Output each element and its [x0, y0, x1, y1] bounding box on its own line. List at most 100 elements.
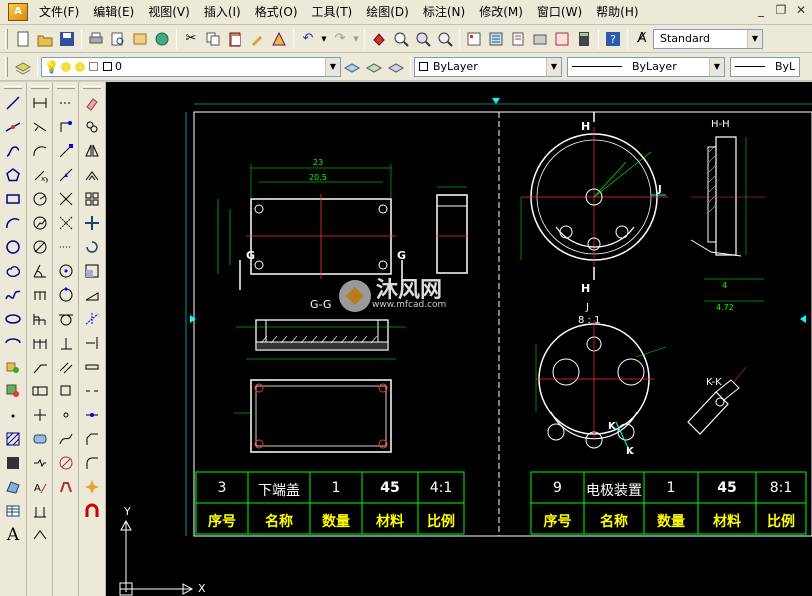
toolbar-grip[interactable]: [56, 86, 75, 89]
tolerance-icon[interactable]: [29, 380, 51, 402]
quick-leader-icon[interactable]: [29, 356, 51, 378]
zoom-realtime-icon[interactable]: [390, 28, 412, 50]
layer-on-icon[interactable]: 💡: [44, 60, 59, 74]
toolbar-grip[interactable]: [83, 86, 101, 89]
point-icon[interactable]: [2, 404, 24, 426]
properties-icon[interactable]: [463, 28, 485, 50]
block-editor-icon[interactable]: [268, 28, 290, 50]
undo-icon[interactable]: ↶: [297, 28, 319, 50]
snap-intersection-icon[interactable]: [55, 188, 77, 210]
snap-from-icon[interactable]: [55, 116, 77, 138]
menu-insert[interactable]: 插入(I): [197, 0, 248, 25]
pan-realtime-icon[interactable]: [368, 28, 390, 50]
osnap-settings-icon[interactable]: [55, 476, 77, 498]
snap-parallel-icon[interactable]: [55, 356, 77, 378]
snap-tangent-icon[interactable]: [55, 308, 77, 330]
snap-quadrant-icon[interactable]: [55, 284, 77, 306]
region-icon[interactable]: [2, 476, 24, 498]
text-style-icon[interactable]: A̸: [631, 28, 653, 50]
snap-apparent-intersection-icon[interactable]: [55, 212, 77, 234]
rectangle-icon[interactable]: [2, 188, 24, 210]
undo-dropdown-icon[interactable]: ▼: [319, 28, 329, 50]
publish-icon[interactable]: [129, 28, 151, 50]
design-center-icon[interactable]: [485, 28, 507, 50]
snap-perpendicular-icon[interactable]: [55, 332, 77, 354]
new-icon[interactable]: [12, 28, 34, 50]
array-icon[interactable]: [81, 188, 103, 210]
join-icon[interactable]: [81, 404, 103, 426]
baseline-dimension-icon[interactable]: [29, 308, 51, 330]
toolbar-grip[interactable]: [5, 28, 8, 49]
snap-node-icon[interactable]: [55, 404, 77, 426]
redo-dropdown-icon[interactable]: ▼: [351, 28, 361, 50]
offset-icon[interactable]: [81, 164, 103, 186]
center-mark-icon[interactable]: [29, 404, 51, 426]
chevron-down-icon[interactable]: ▼: [709, 57, 724, 76]
save-icon[interactable]: [56, 28, 78, 50]
snap-insert-icon[interactable]: [55, 380, 77, 402]
restore-icon[interactable]: ❐: [774, 4, 788, 18]
menu-view[interactable]: 视图(V): [141, 0, 197, 25]
inspection-icon[interactable]: [29, 428, 51, 450]
jogged-linear-icon[interactable]: [29, 452, 51, 474]
menu-file[interactable]: 文件(F): [32, 0, 86, 25]
layer-lock-icon[interactable]: [74, 61, 85, 72]
table-icon[interactable]: [2, 500, 24, 522]
menu-window[interactable]: 窗口(W): [530, 0, 589, 25]
print-preview-icon[interactable]: [107, 28, 129, 50]
linear-dimension-icon[interactable]: [29, 92, 51, 114]
continue-dimension-icon[interactable]: [29, 332, 51, 354]
spline-icon[interactable]: [2, 284, 24, 306]
make-object-layer-current-icon[interactable]: [341, 56, 363, 78]
diameter-dimension-icon[interactable]: [29, 236, 51, 258]
chevron-down-icon[interactable]: ▼: [325, 57, 340, 76]
polyline-icon[interactable]: [2, 140, 24, 162]
gradient-icon[interactable]: [2, 452, 24, 474]
snap-endpoint-icon[interactable]: [55, 140, 77, 162]
layer-manager-icon[interactable]: [12, 56, 34, 78]
move-icon[interactable]: [81, 212, 103, 234]
radius-dimension-icon[interactable]: [29, 188, 51, 210]
help-icon[interactable]: ?: [602, 28, 624, 50]
cut-icon[interactable]: ✂: [180, 28, 202, 50]
snap-nearest-icon[interactable]: [55, 428, 77, 450]
snap-none-icon[interactable]: [55, 452, 77, 474]
scale-icon[interactable]: [81, 260, 103, 282]
snap-center-icon[interactable]: [55, 260, 77, 282]
redo-icon[interactable]: ↷: [329, 28, 351, 50]
stretch-icon[interactable]: [81, 284, 103, 306]
layer-combo[interactable]: 💡 0 ▼: [41, 56, 341, 77]
dimension-update-icon[interactable]: [29, 524, 51, 546]
print-icon[interactable]: [85, 28, 107, 50]
markup-set-icon[interactable]: [551, 28, 573, 50]
revcloud-icon[interactable]: [2, 260, 24, 282]
menu-modify[interactable]: 修改(M): [472, 0, 530, 25]
layer-plot-icon[interactable]: [88, 62, 98, 71]
quick-dimension-icon[interactable]: [29, 284, 51, 306]
polygon-icon[interactable]: [2, 164, 24, 186]
mtext-icon[interactable]: A: [2, 524, 24, 546]
zoom-window-icon[interactable]: [412, 28, 434, 50]
erase-icon[interactable]: [81, 92, 103, 114]
temp-track-icon[interactable]: [55, 92, 77, 114]
toolbar-grip[interactable]: [30, 86, 49, 89]
rotate-icon[interactable]: [81, 236, 103, 258]
line-icon[interactable]: [2, 92, 24, 114]
fillet-icon[interactable]: [81, 452, 103, 474]
ellipse-arc-icon[interactable]: [2, 332, 24, 354]
insert-block-icon[interactable]: [2, 356, 24, 378]
tool-palettes-icon[interactable]: [507, 28, 529, 50]
toolbar-grip[interactable]: [4, 86, 22, 89]
mirror-icon[interactable]: [81, 140, 103, 162]
quickcalc-icon[interactable]: [573, 28, 595, 50]
snap-midpoint-icon[interactable]: [55, 164, 77, 186]
trim-icon[interactable]: [81, 308, 103, 330]
open-icon[interactable]: [34, 28, 56, 50]
extend-icon[interactable]: [81, 332, 103, 354]
arc-length-icon[interactable]: [29, 140, 51, 162]
zoom-previous-icon[interactable]: [434, 28, 456, 50]
etransmit-icon[interactable]: [151, 28, 173, 50]
make-block-icon[interactable]: [2, 380, 24, 402]
snap-extension-icon[interactable]: [55, 236, 77, 258]
ellipse-icon[interactable]: [2, 308, 24, 330]
